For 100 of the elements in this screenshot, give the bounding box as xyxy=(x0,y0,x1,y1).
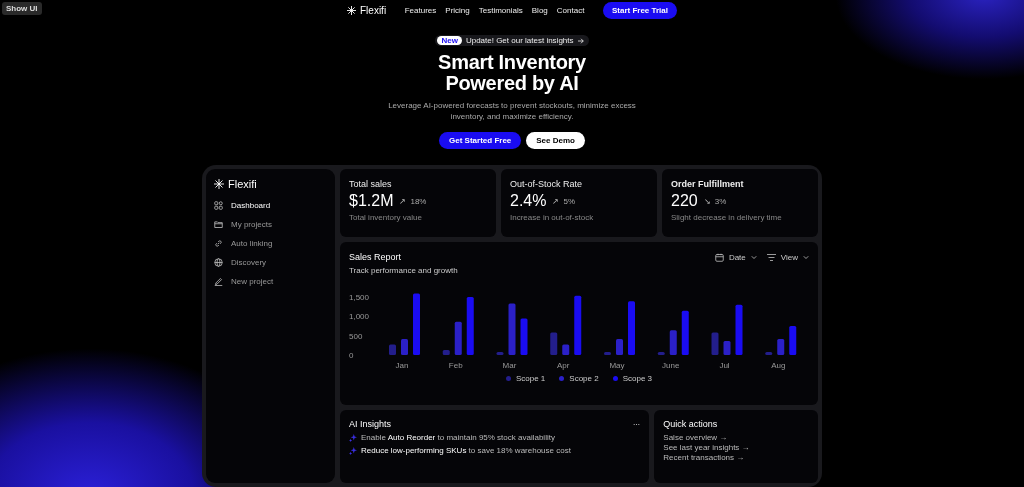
x-axis-label: Apr xyxy=(557,361,570,371)
sparkles-icon xyxy=(349,433,357,442)
card-title: AI Insights xyxy=(349,419,392,430)
x-axis-label: Aug xyxy=(771,361,786,371)
more-icon[interactable] xyxy=(633,422,641,426)
globe-icon xyxy=(214,258,223,268)
bar xyxy=(681,310,689,356)
chevron-down-icon xyxy=(750,254,757,261)
nav-link[interactable]: Contact xyxy=(556,6,585,16)
card-title: Sales Report xyxy=(349,252,402,263)
stat-title: Out-of-Stock Rate xyxy=(510,179,584,190)
bar xyxy=(735,304,743,356)
legend-label: Scope 1 xyxy=(515,374,546,384)
bar xyxy=(413,293,420,356)
bar xyxy=(496,352,504,356)
nav-link[interactable]: Pricing xyxy=(445,6,470,16)
bar xyxy=(401,339,408,356)
chevron-down-icon xyxy=(803,254,809,261)
bar xyxy=(789,326,797,356)
start-trial-button[interactable]: Start Free Trial xyxy=(602,2,677,20)
card-subtitle: Track performance and growth xyxy=(349,266,459,276)
y-axis-label: 500 xyxy=(349,331,363,341)
sparkle-icon xyxy=(214,179,224,190)
bar xyxy=(389,344,396,356)
bar xyxy=(777,339,785,356)
get-started-button[interactable]: Get Started Free xyxy=(439,132,522,150)
bar xyxy=(508,303,516,356)
calendar-icon xyxy=(714,252,724,262)
bar xyxy=(442,350,450,356)
bar xyxy=(520,318,528,356)
y-axis-label: 1,500 xyxy=(349,293,370,302)
nav-link[interactable]: Features xyxy=(404,6,437,16)
announcement-pill[interactable]: New Update! Get our latest insights xyxy=(435,35,589,47)
bar xyxy=(454,321,462,356)
logo-text[interactable]: Flexifi xyxy=(360,5,387,17)
bar xyxy=(562,344,570,356)
stat-note: Increase in out-of-stock xyxy=(510,213,595,223)
sparkles-icon xyxy=(349,446,357,455)
trend-arrow-icon: ↗ xyxy=(399,196,407,206)
x-axis-label: Jan xyxy=(395,361,409,371)
legend-label: Scope 3 xyxy=(622,374,653,384)
legend-label: Scope 2 xyxy=(569,374,599,384)
sidebar-item[interactable]: Auto linking xyxy=(214,234,327,254)
quick-action-link[interactable]: See last year insights → xyxy=(663,443,809,453)
insight-text: Reduce low-performing SKUs to save 18% warehouse cost xyxy=(361,446,571,456)
link-icon xyxy=(214,239,223,249)
see-demo-button[interactable]: See Demo xyxy=(526,132,585,150)
bar xyxy=(604,352,611,356)
stat-value: 220 xyxy=(671,192,698,211)
stat-change: 5% xyxy=(563,196,576,206)
stat-title: Order Fulfillment xyxy=(671,179,745,190)
stat-change: 3% xyxy=(714,196,727,206)
bar xyxy=(711,332,719,356)
bar xyxy=(628,301,635,356)
pen-icon xyxy=(214,277,223,287)
bar xyxy=(723,341,731,356)
bar xyxy=(765,352,773,356)
folder-icon xyxy=(214,220,223,230)
sidebar-item[interactable]: New project xyxy=(214,272,327,292)
quick-action-link[interactable]: Recent transactions → xyxy=(663,453,809,463)
quick-action-link[interactable]: Salse overview → xyxy=(663,433,809,443)
stat-note: Total inventory value xyxy=(349,213,423,223)
view-filter[interactable]: View xyxy=(766,252,809,262)
bar xyxy=(574,295,582,356)
sidebar-item[interactable]: Dashboard xyxy=(214,196,327,216)
stat-note: Slight decrease in delivery time xyxy=(671,213,783,223)
insight-text: Enable Auto Reorder to maintain 95% stock availability xyxy=(361,433,555,443)
y-axis-label: 1,000 xyxy=(349,312,370,322)
stat-value: 2.4% xyxy=(510,192,547,211)
bar xyxy=(616,339,623,356)
filter-icon xyxy=(766,252,776,262)
nav-link[interactable]: Blog xyxy=(531,6,548,16)
bar xyxy=(466,297,474,356)
stat-title: Total sales xyxy=(349,179,393,190)
stat-change: 18% xyxy=(410,196,427,206)
logo-text: Flexifi xyxy=(228,178,257,191)
x-axis-label: Feb xyxy=(448,361,463,371)
x-axis-label: May xyxy=(609,361,625,371)
y-axis-label: 0 xyxy=(349,351,354,361)
announcement-text: Update! Get our latest insights xyxy=(465,36,574,46)
x-axis-label: Mar xyxy=(502,361,517,371)
new-badge: New xyxy=(437,36,462,46)
trend-arrow-icon: ↗ xyxy=(552,196,560,206)
x-axis-label: Jul xyxy=(719,361,730,371)
bar xyxy=(657,352,665,356)
bar xyxy=(550,332,558,356)
sparkle-icon xyxy=(347,6,356,16)
nav-link[interactable]: Testimonials xyxy=(478,6,523,16)
hero-title: Smart Inventory xyxy=(438,52,586,74)
bar xyxy=(669,330,677,356)
show-ui-button[interactable]: Show UI xyxy=(2,2,42,15)
sidebar-item[interactable]: My projects xyxy=(214,215,327,235)
hero-title: Powered by AI xyxy=(445,73,579,95)
sidebar-item[interactable]: Discovery xyxy=(214,253,327,273)
card-title: Quick actions xyxy=(663,419,719,430)
grid-icon xyxy=(214,201,223,211)
trend-arrow-icon: ↘ xyxy=(703,196,711,206)
hero-subtitle: Leverage AI-powered forecasts to prevent stockouts, minimize excess inventory, and maximize efficiency. xyxy=(387,100,637,123)
date-filter[interactable]: Date xyxy=(714,252,757,262)
x-axis-label: June xyxy=(662,361,680,371)
